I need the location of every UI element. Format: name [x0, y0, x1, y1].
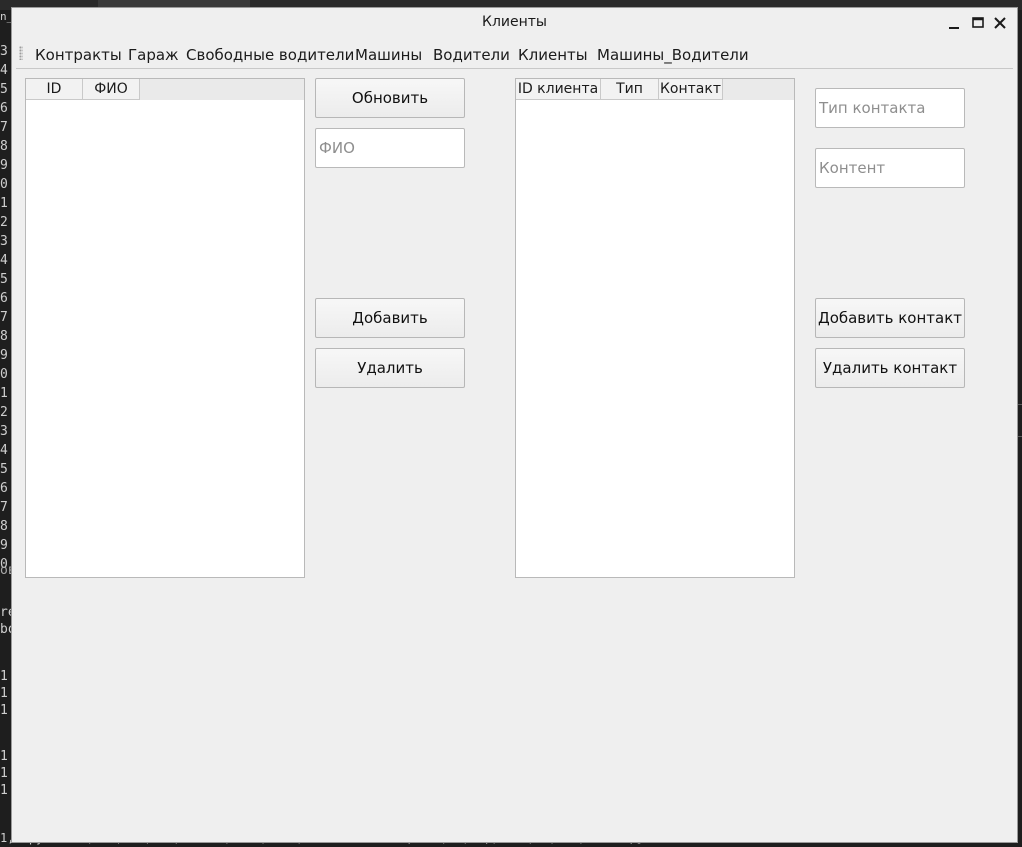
- background-line-number: 9: [0, 158, 8, 173]
- background-line-number: 7: [0, 120, 8, 135]
- contact-type-input[interactable]: [815, 88, 965, 128]
- background-fragment: 1: [0, 686, 8, 701]
- background-line-number: 1: [0, 196, 8, 211]
- background-fragment: 1: [0, 749, 8, 764]
- background-line-number: 5: [0, 82, 8, 97]
- delete-client-button[interactable]: Удалить: [315, 348, 465, 388]
- content-input[interactable]: [815, 148, 965, 188]
- menu-item-contracts[interactable]: Контракты: [35, 46, 122, 64]
- minimize-button[interactable]: [944, 13, 964, 33]
- background-line-number: 3: [0, 424, 8, 439]
- background-line-number: 3: [0, 44, 8, 59]
- minimize-icon: [949, 27, 959, 29]
- contacts-table[interactable]: ID клиента Тип Контакт: [515, 78, 795, 578]
- add-client-button[interactable]: Добавить: [315, 298, 465, 338]
- background-line-number: 0: [0, 177, 8, 192]
- background-fragment: 1: [0, 783, 8, 798]
- title-bar[interactable]: Клиенты: [12, 8, 1017, 38]
- background-line-number: 4: [0, 63, 8, 78]
- background-line-number: 7: [0, 500, 8, 515]
- close-icon: [994, 17, 1006, 29]
- background-line-number: 5: [0, 272, 8, 287]
- fio-input[interactable]: [315, 128, 465, 168]
- background-divider: [1018, 436, 1022, 437]
- menu-item-cars[interactable]: Машины: [355, 46, 422, 64]
- close-button[interactable]: [990, 13, 1010, 33]
- background-line-number: 2: [0, 405, 8, 420]
- column-header-contact[interactable]: Контакт: [659, 79, 723, 100]
- background-line-number: 8: [0, 519, 8, 534]
- background-line-number: 6: [0, 101, 8, 116]
- maximize-button[interactable]: [968, 13, 988, 33]
- background-line-number: 4: [0, 253, 8, 268]
- background-line-number: 6: [0, 291, 8, 306]
- background-line-number: 9: [0, 348, 8, 363]
- clients-table-header: ID ФИО: [26, 79, 304, 100]
- contacts-table-header: ID клиента Тип Контакт: [516, 79, 794, 100]
- background-divider: [1018, 404, 1022, 405]
- column-header-fio[interactable]: ФИО: [83, 79, 140, 100]
- background-line-number: 6: [0, 481, 8, 496]
- menu-bar: Контракты Гараж Свободные водители Машин…: [12, 42, 1017, 68]
- delete-contact-button[interactable]: Удалить контакт: [815, 348, 965, 388]
- menu-item-drivers[interactable]: Водители: [433, 46, 510, 64]
- menu-item-cars-drivers[interactable]: Машины_Водители: [597, 46, 749, 64]
- column-header-id[interactable]: ID: [26, 79, 83, 100]
- background-line-number: 2: [0, 215, 8, 230]
- menu-item-clients[interactable]: Клиенты: [518, 46, 588, 64]
- background-line-number: 5: [0, 462, 8, 477]
- clients-window: Клиенты Контракты Гараж Свободные водите…: [12, 8, 1017, 842]
- background-line-number: 8: [0, 139, 8, 154]
- background-fragment: 1: [0, 766, 8, 781]
- clients-table[interactable]: ID ФИО: [25, 78, 305, 578]
- menu-item-garage[interactable]: Гараж: [128, 46, 179, 64]
- background-line-number: 4: [0, 443, 8, 458]
- background-line-number: 0: [0, 367, 8, 382]
- background-line-number: 8: [0, 329, 8, 344]
- menu-divider: [16, 68, 1013, 69]
- menu-item-free-drivers[interactable]: Свободные водители: [186, 46, 354, 64]
- background-line-number: 7: [0, 310, 8, 325]
- background-fragment: 1: [0, 669, 8, 684]
- column-header-type[interactable]: Тип: [601, 79, 659, 100]
- add-contact-button[interactable]: Добавить контакт: [815, 298, 965, 338]
- background-line-number: 9: [0, 538, 8, 553]
- refresh-button[interactable]: Обновить: [315, 78, 465, 118]
- toolbar-grip-icon[interactable]: [19, 46, 23, 60]
- background-fragment: 1: [0, 703, 8, 718]
- background-line-number: 3: [0, 234, 8, 249]
- column-header-client-id[interactable]: ID клиента: [516, 79, 601, 100]
- window-title: Клиенты: [482, 14, 547, 30]
- maximize-icon: [972, 17, 984, 28]
- background-line-number: 1: [0, 386, 8, 401]
